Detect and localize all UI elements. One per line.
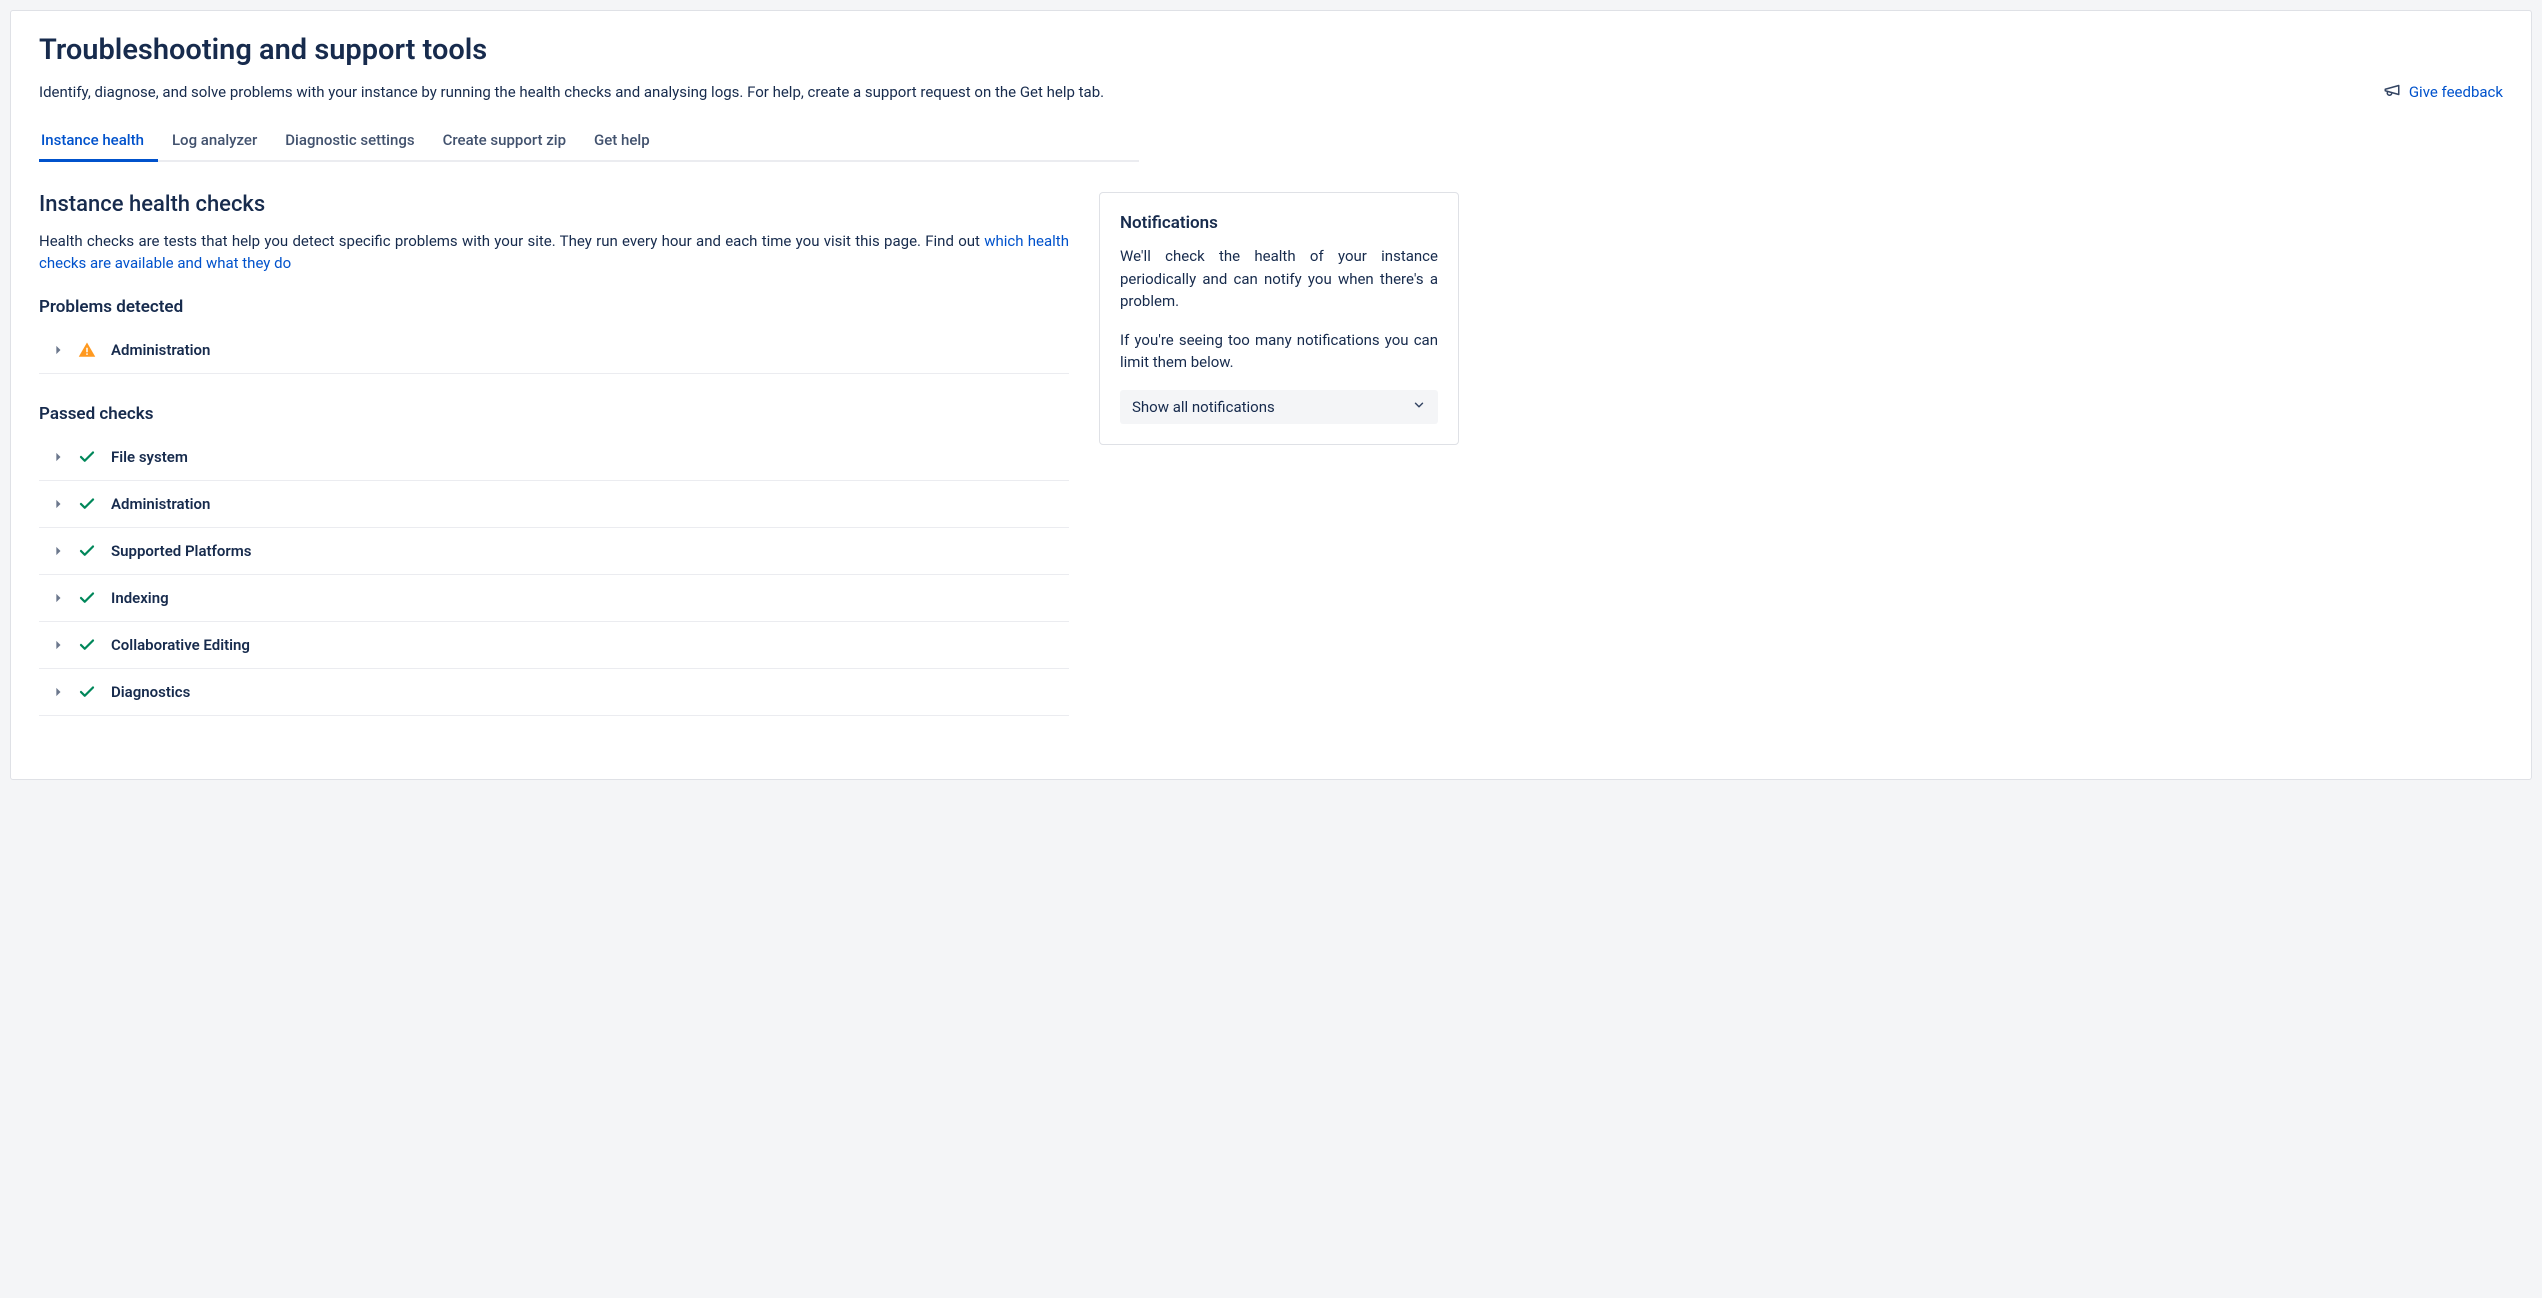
passed-list: File system Administration Supported Pla… (39, 434, 1069, 716)
check-label: Administration (111, 341, 210, 359)
check-label: Administration (111, 495, 210, 513)
check-label: Supported Platforms (111, 542, 252, 560)
check-row-supported-platforms[interactable]: Supported Platforms (39, 528, 1069, 575)
chevron-right-icon (53, 452, 63, 462)
check-row-indexing[interactable]: Indexing (39, 575, 1069, 622)
check-row-file-system[interactable]: File system (39, 434, 1069, 481)
check-row-administration[interactable]: Administration (39, 481, 1069, 528)
notifications-filter-select[interactable]: Show all notifications (1120, 390, 1438, 424)
tab-create-support-zip[interactable]: Create support zip (429, 123, 580, 162)
check-icon (77, 495, 97, 513)
problems-list: Administration (39, 327, 1069, 374)
chevron-right-icon (53, 640, 63, 650)
main-panel: Troubleshooting and support tools Identi… (10, 10, 2532, 780)
header-row: Identify, diagnose, and solve problems w… (39, 81, 2503, 103)
notifications-body-2: If you're seeing too many notifications … (1120, 329, 1438, 374)
check-icon (77, 589, 97, 607)
check-icon (77, 636, 97, 654)
problems-heading: Problems detected (39, 297, 1069, 317)
chevron-right-icon (53, 345, 63, 355)
check-row-administration-problem[interactable]: Administration (39, 327, 1069, 374)
check-icon (77, 448, 97, 466)
section-title: Instance health checks (39, 192, 1069, 217)
page-description: Identify, diagnose, and solve problems w… (39, 83, 1104, 101)
chevron-right-icon (53, 687, 63, 697)
megaphone-icon (2383, 81, 2401, 103)
check-icon (77, 542, 97, 560)
check-row-collaborative-editing[interactable]: Collaborative Editing (39, 622, 1069, 669)
chevron-right-icon (53, 593, 63, 603)
chevron-down-icon (1412, 398, 1426, 416)
tab-bar: Instance health Log analyzer Diagnostic … (39, 121, 1139, 162)
chevron-right-icon (53, 499, 63, 509)
check-label: Collaborative Editing (111, 636, 250, 654)
notifications-heading: Notifications (1120, 213, 1438, 233)
check-label: File system (111, 448, 188, 466)
notifications-box: Notifications We'll check the health of … (1099, 192, 1459, 445)
content-row: Instance health checks Health checks are… (39, 192, 2503, 746)
tab-instance-health[interactable]: Instance health (39, 123, 158, 162)
page-title: Troubleshooting and support tools (39, 33, 2503, 67)
tab-log-analyzer[interactable]: Log analyzer (158, 123, 271, 162)
chevron-right-icon (53, 546, 63, 556)
side-column: Notifications We'll check the health of … (1099, 192, 1459, 746)
section-description: Health checks are tests that help you de… (39, 231, 1069, 275)
passed-heading: Passed checks (39, 404, 1069, 424)
tab-diagnostic-settings[interactable]: Diagnostic settings (271, 123, 428, 162)
check-row-diagnostics[interactable]: Diagnostics (39, 669, 1069, 716)
give-feedback-link[interactable]: Give feedback (2383, 81, 2503, 103)
check-label: Diagnostics (111, 683, 190, 701)
check-label: Indexing (111, 589, 169, 607)
main-column: Instance health checks Health checks are… (39, 192, 1069, 746)
select-value: Show all notifications (1132, 398, 1275, 416)
tab-get-help[interactable]: Get help (580, 123, 664, 162)
warning-icon (77, 341, 97, 359)
notifications-body-1: We'll check the health of your instance … (1120, 245, 1438, 313)
check-icon (77, 683, 97, 701)
give-feedback-label: Give feedback (2409, 83, 2503, 101)
